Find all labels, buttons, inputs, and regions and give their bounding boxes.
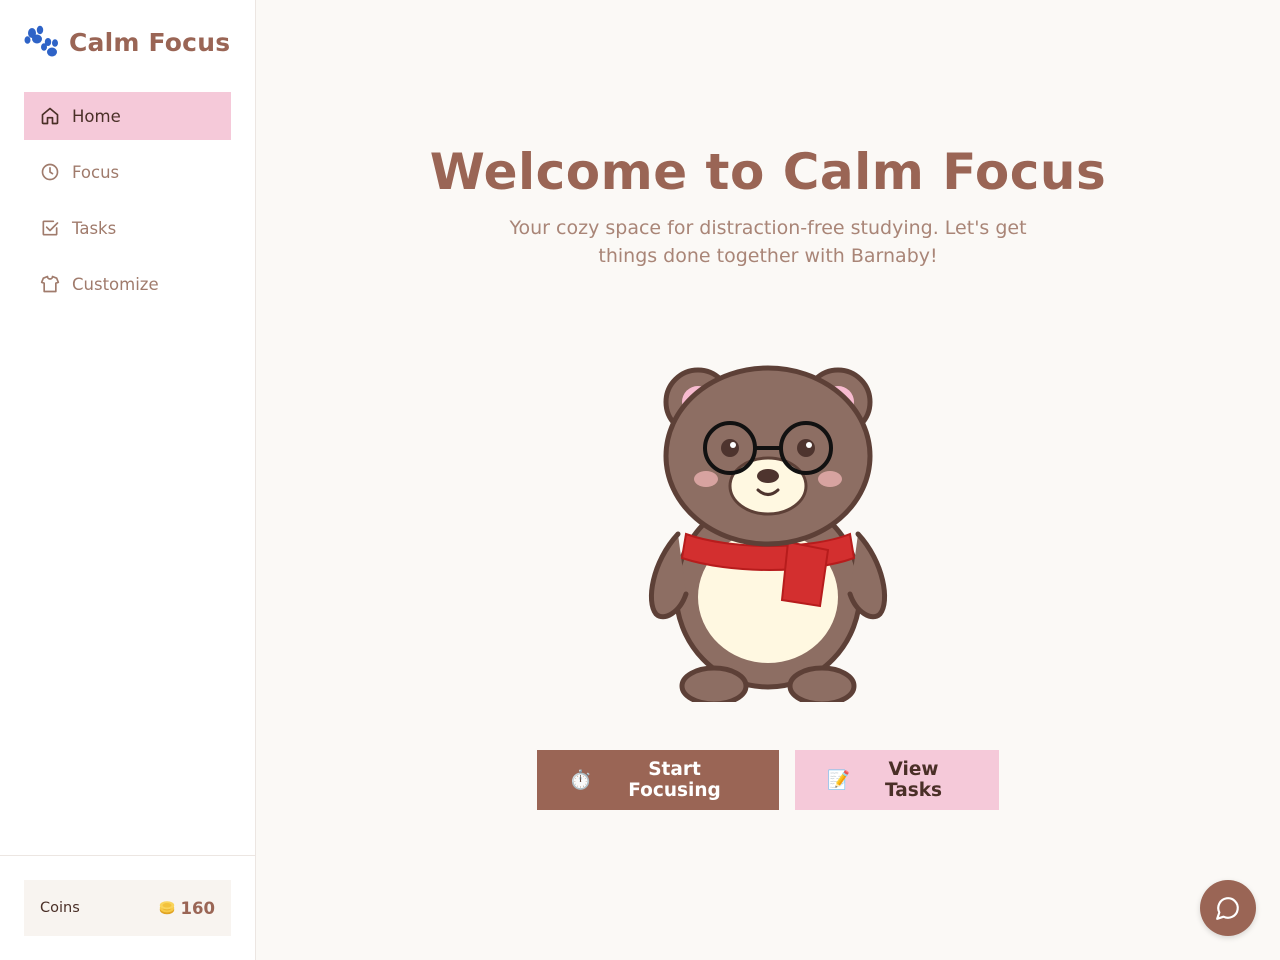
sidebar-item-label: Focus bbox=[72, 162, 120, 182]
coins-value: 160 bbox=[180, 898, 215, 918]
sidebar-footer: Coins 160 bbox=[0, 855, 255, 960]
brand-title: Calm Focus bbox=[69, 27, 231, 57]
shirt-icon bbox=[40, 274, 60, 294]
bear-mascot-illustration bbox=[640, 362, 896, 707]
view-tasks-label: View Tasks bbox=[885, 759, 943, 801]
view-tasks-button[interactable]: 📝 View Tasks bbox=[795, 750, 999, 810]
main-content: Welcome to Calm Focus Your cozy space fo… bbox=[256, 0, 1280, 960]
sidebar-item-label: Tasks bbox=[72, 218, 117, 238]
start-focusing-label: Start Focusing bbox=[628, 759, 721, 801]
sidebar: Calm Focus Home Focus Tasks Customize Co… bbox=[0, 0, 256, 960]
home-icon bbox=[40, 106, 60, 126]
sidebar-item-label: Home bbox=[72, 106, 121, 126]
paw-icon bbox=[24, 24, 62, 60]
brand[interactable]: Calm Focus bbox=[24, 24, 230, 60]
chat-bubble-icon bbox=[1216, 897, 1239, 920]
coins-value-group: 160 bbox=[158, 899, 215, 918]
stopwatch-icon: ⏱️ bbox=[569, 770, 593, 791]
coins-panel: Coins 160 bbox=[24, 880, 231, 936]
checkbox-icon bbox=[40, 218, 60, 238]
sidebar-item-focus[interactable]: Focus bbox=[24, 148, 231, 196]
sidebar-item-tasks[interactable]: Tasks bbox=[24, 204, 231, 252]
sidebar-item-home[interactable]: Home bbox=[24, 92, 231, 140]
sidebar-nav: Home Focus Tasks Customize bbox=[24, 92, 231, 316]
page-title: Welcome to Calm Focus bbox=[429, 143, 1107, 201]
start-focusing-button[interactable]: ⏱️ Start Focusing bbox=[537, 750, 779, 810]
sidebar-item-customize[interactable]: Customize bbox=[24, 260, 231, 308]
memo-icon: 📝 bbox=[827, 770, 851, 791]
hero-actions: ⏱️ Start Focusing 📝 View Tasks bbox=[256, 750, 1280, 810]
coins-label: Coins bbox=[40, 900, 80, 916]
chat-button[interactable] bbox=[1200, 880, 1256, 936]
clock-icon bbox=[40, 162, 60, 182]
sidebar-item-label: Customize bbox=[72, 274, 159, 294]
app-root: Calm Focus Home Focus Tasks Customize Co… bbox=[0, 0, 1280, 960]
coin-icon bbox=[159, 901, 174, 915]
page-subtitle: Your cozy space for distraction-free stu… bbox=[509, 217, 1027, 267]
